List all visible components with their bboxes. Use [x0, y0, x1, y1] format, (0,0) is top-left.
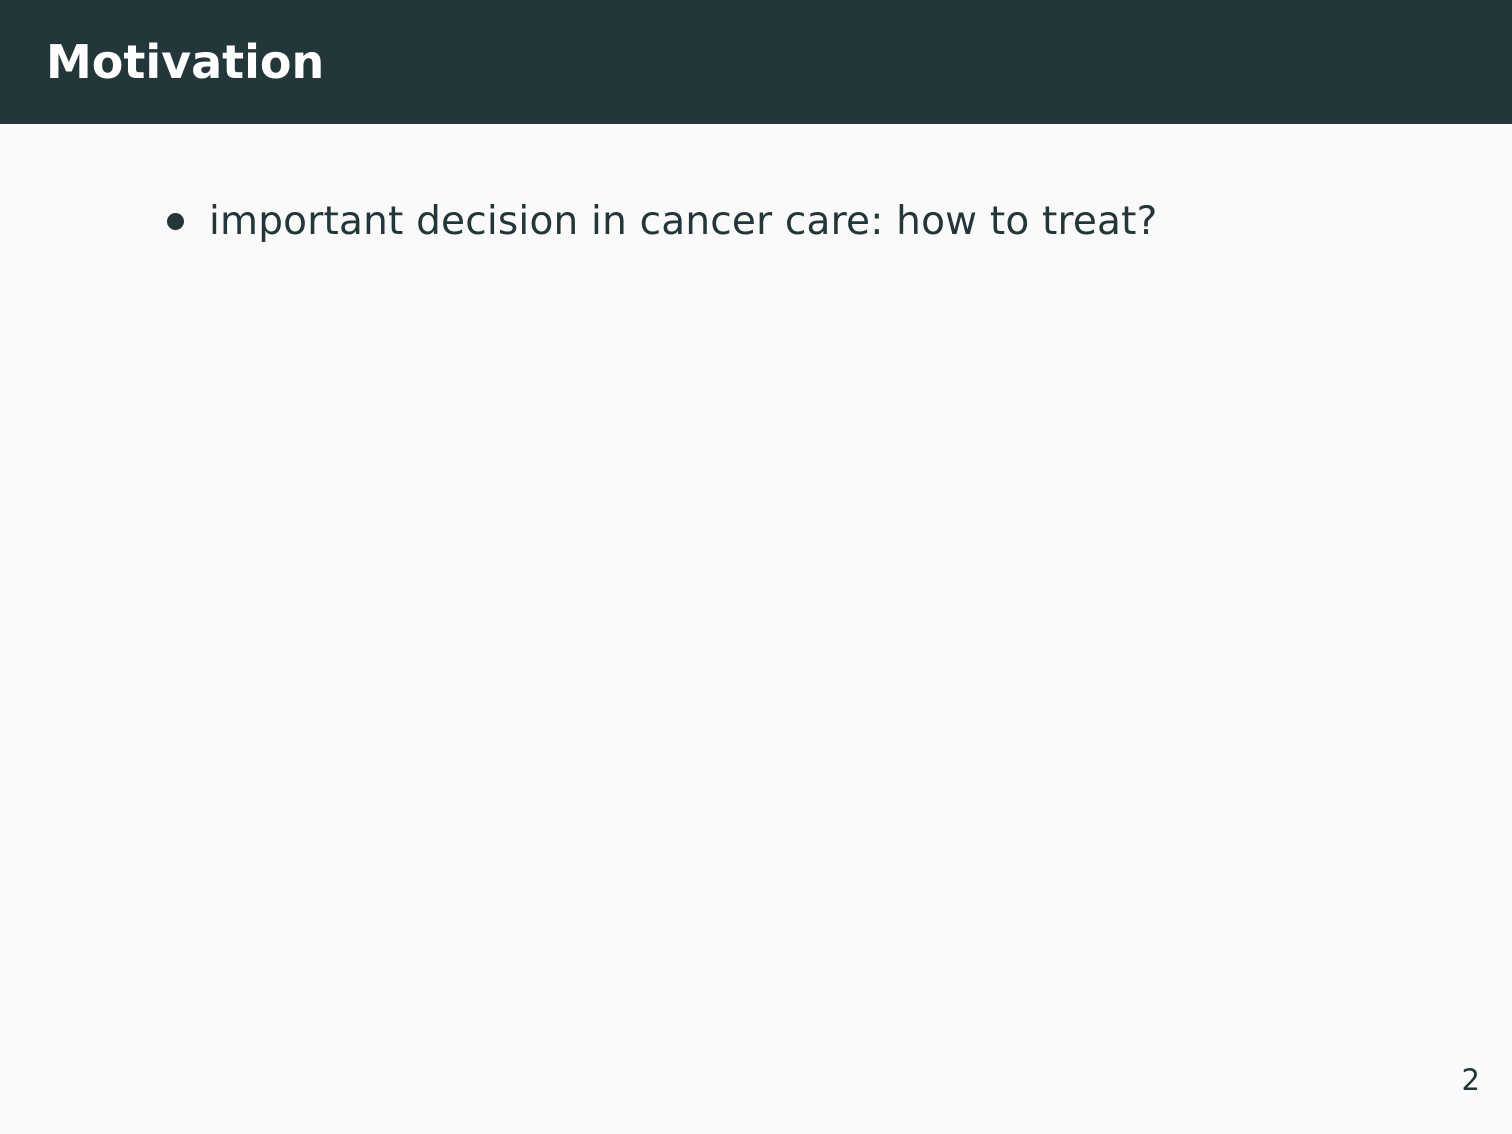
bullet-dot-icon [167, 213, 184, 230]
page-number: 2 [1461, 1063, 1480, 1097]
bullet-text: important decision in cancer care: how t… [209, 199, 1158, 244]
slide-title: Motivation [46, 35, 325, 89]
slide-header-bar: Motivation [0, 0, 1512, 124]
slide: Motivation important decision in cancer … [0, 0, 1512, 1134]
bullet-list: important decision in cancer care: how t… [0, 196, 1512, 248]
bullet-item: important decision in cancer care: how t… [0, 196, 1512, 248]
